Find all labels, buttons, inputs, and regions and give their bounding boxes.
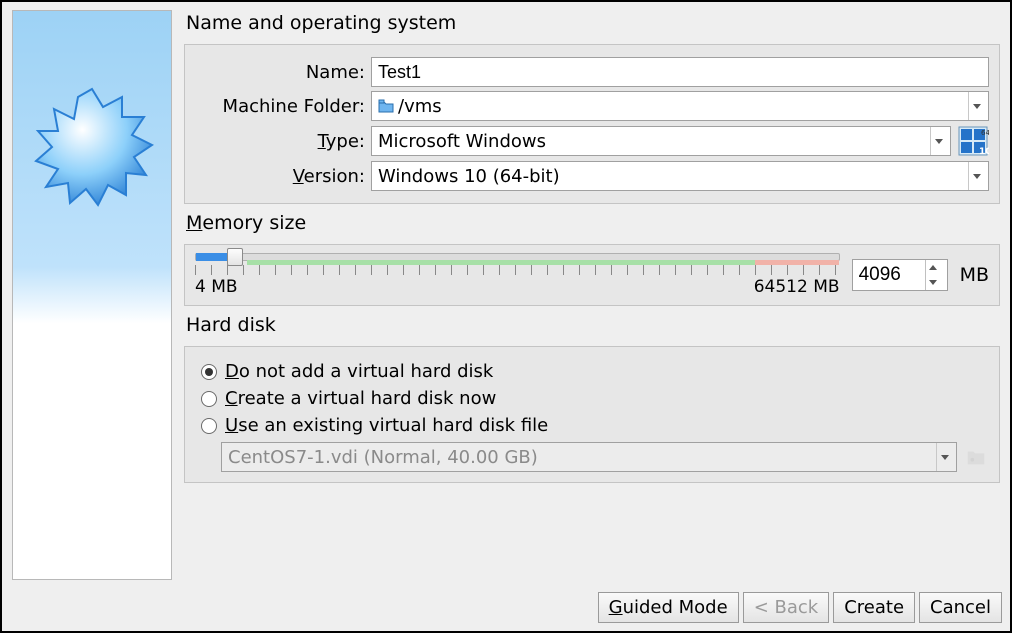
- folder-icon: [378, 99, 394, 113]
- version-value: Windows 10 (64-bit): [378, 166, 964, 187]
- back-button: < Back: [743, 592, 830, 623]
- name-input[interactable]: [371, 57, 989, 87]
- existing-disk-combo: CentOS7-1.vdi (Normal, 40.00 GB): [221, 442, 957, 472]
- memory-input[interactable]: [853, 260, 925, 290]
- panel-memory: 4 MB 64512 MB MB: [184, 244, 1000, 306]
- guided-mode-button[interactable]: Guided Mode: [598, 592, 739, 623]
- radio-none[interactable]: [201, 364, 217, 380]
- dialog-footer: Guided Mode < Back Create Cancel: [2, 586, 1010, 631]
- type-label: Type:: [195, 131, 365, 152]
- section-title-hard-disk: Hard disk: [186, 314, 1000, 336]
- type-combo[interactable]: Microsoft Windows: [371, 126, 951, 156]
- version-combo[interactable]: Windows 10 (64-bit): [371, 161, 989, 191]
- radio-none-label: Do not add a virtual hard disk: [225, 361, 493, 382]
- dialog-content: Name and operating system Name: Machine …: [2, 2, 1010, 586]
- radio-create[interactable]: [201, 391, 217, 407]
- memory-spin-down[interactable]: [926, 275, 941, 290]
- panel-hard-disk: Do not add a virtual hard disk Create a …: [184, 346, 1000, 483]
- wizard-sidebar: [12, 10, 172, 580]
- folder-label: Machine Folder:: [195, 96, 365, 117]
- memory-slider-handle[interactable]: [227, 248, 243, 266]
- section-title-name-os: Name and operating system: [186, 12, 1000, 34]
- memory-spin-up[interactable]: [926, 260, 941, 275]
- choose-disk-icon: [963, 444, 989, 470]
- section-title-memory: Memory size: [186, 212, 1000, 234]
- create-vm-dialog: Name and operating system Name: Machine …: [0, 0, 1012, 633]
- version-label: Version:: [195, 166, 365, 187]
- folder-dropdown-arrow[interactable]: [968, 92, 984, 120]
- memory-min-label: 4 MB: [195, 277, 238, 297]
- radio-create-label: Create a virtual hard disk now: [225, 388, 496, 409]
- cancel-button[interactable]: Cancel: [919, 592, 1002, 623]
- radio-row-none[interactable]: Do not add a virtual hard disk: [201, 361, 989, 382]
- radio-existing[interactable]: [201, 418, 217, 434]
- create-button[interactable]: Create: [833, 592, 915, 623]
- svg-text:64: 64: [981, 129, 989, 137]
- memory-spinbox[interactable]: [852, 259, 948, 291]
- starburst-icon: [22, 81, 162, 221]
- type-value: Microsoft Windows: [378, 131, 926, 152]
- existing-disk-dropdown-arrow: [936, 443, 952, 471]
- radio-row-existing[interactable]: Use an existing virtual hard disk file: [201, 415, 989, 436]
- name-label: Name:: [195, 62, 365, 83]
- radio-row-create[interactable]: Create a virtual hard disk now: [201, 388, 989, 409]
- svg-text:10: 10: [979, 147, 989, 157]
- memory-slider[interactable]: 4 MB 64512 MB: [195, 253, 840, 297]
- existing-disk-value: CentOS7-1.vdi (Normal, 40.00 GB): [228, 447, 932, 468]
- version-dropdown-arrow[interactable]: [968, 162, 984, 190]
- folder-value: /vms: [398, 96, 964, 117]
- wizard-main: Name and operating system Name: Machine …: [184, 10, 1000, 580]
- memory-max-label: 64512 MB: [754, 277, 840, 297]
- os-icon: 10 64: [957, 125, 989, 157]
- panel-name-os: Name: Machine Folder: /vms Typ: [184, 44, 1000, 204]
- folder-combo[interactable]: /vms: [371, 91, 989, 121]
- type-dropdown-arrow[interactable]: [930, 127, 946, 155]
- memory-unit: MB: [960, 264, 989, 286]
- radio-existing-label: Use an existing virtual hard disk file: [225, 415, 548, 436]
